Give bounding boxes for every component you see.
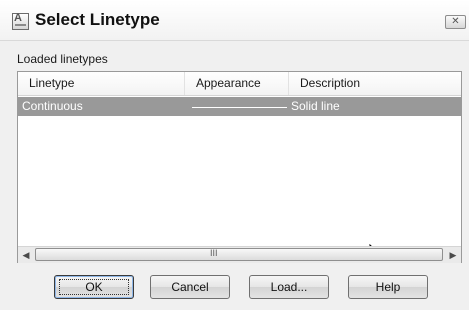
focus-rectangle [59,279,129,295]
table-row[interactable]: Continuous Solid line [18,97,461,116]
column-header-linetype[interactable]: Linetype [18,72,185,95]
list-header: Linetype Appearance Description [18,72,461,96]
load-button-label: Load... [270,280,308,294]
title-bar[interactable]: A Select Linetype ✕ [0,0,469,41]
linetype-name: Continuous [22,99,83,113]
window-title: Select Linetype [35,10,160,29]
scrollbar-thumb[interactable]: III [35,248,443,261]
loaded-linetypes-label: Loaded linetypes [17,52,108,66]
linetype-appearance-sample [192,107,287,108]
scroll-right-arrow-icon[interactable]: ▶ [445,247,461,263]
help-button-label: Help [375,280,401,294]
close-button[interactable]: ✕ [445,15,466,29]
linetype-list[interactable]: Linetype Appearance Description Continuo… [17,71,462,263]
column-header-appearance[interactable]: Appearance [185,72,289,95]
autocad-app-icon: A [12,12,29,30]
cancel-button[interactable]: Cancel [150,275,230,299]
ok-button[interactable]: OK [54,275,134,299]
cancel-button-label: Cancel [171,280,209,294]
scroll-left-arrow-icon[interactable]: ◀ [18,247,34,263]
help-button[interactable]: Help [348,275,428,299]
close-icon: ✕ [451,16,460,27]
horizontal-scrollbar[interactable]: ◀ III ▶ [18,246,461,263]
load-button[interactable]: Load... [249,275,329,299]
scrollbar-grip-icon: III [210,248,218,258]
linetype-description: Solid line [291,99,340,113]
column-header-description[interactable]: Description [289,72,461,95]
